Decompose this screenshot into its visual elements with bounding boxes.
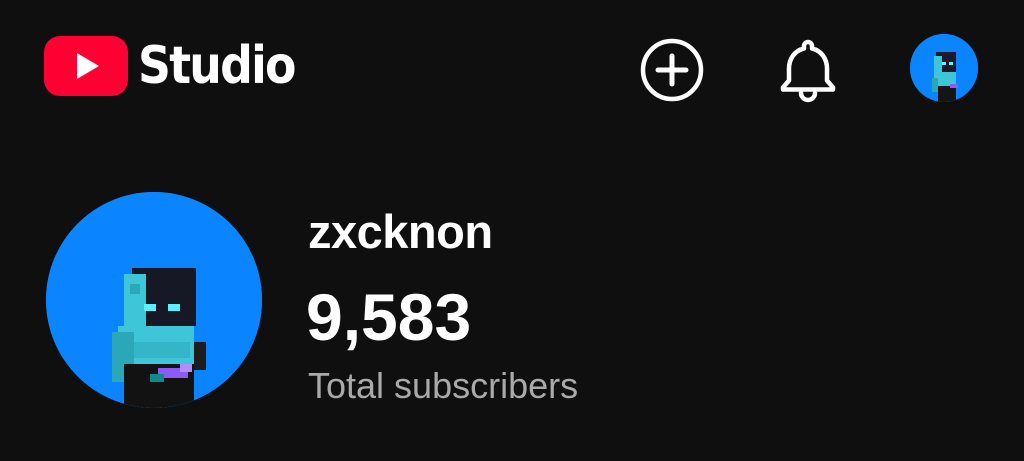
channel-name: zxcknon — [308, 205, 493, 258]
youtube-play-icon — [44, 36, 128, 96]
studio-app: Studio zxcknon 9,583 Total subscribers — [0, 0, 1024, 461]
subscriber-label: Total subscribers — [308, 365, 579, 406]
create-button[interactable] — [638, 36, 706, 104]
channel-character-image — [46, 192, 262, 408]
channel-avatar[interactable] — [46, 192, 262, 408]
subscriber-count: 9,583 — [306, 280, 472, 354]
create-plus-icon — [640, 38, 704, 102]
logo-text: Studio — [138, 36, 296, 96]
account-avatar[interactable] — [910, 34, 978, 102]
bell-icon — [780, 39, 836, 103]
notifications-button[interactable] — [774, 36, 842, 104]
studio-logo[interactable]: Studio — [44, 36, 316, 96]
avatar-character-image — [910, 34, 978, 102]
